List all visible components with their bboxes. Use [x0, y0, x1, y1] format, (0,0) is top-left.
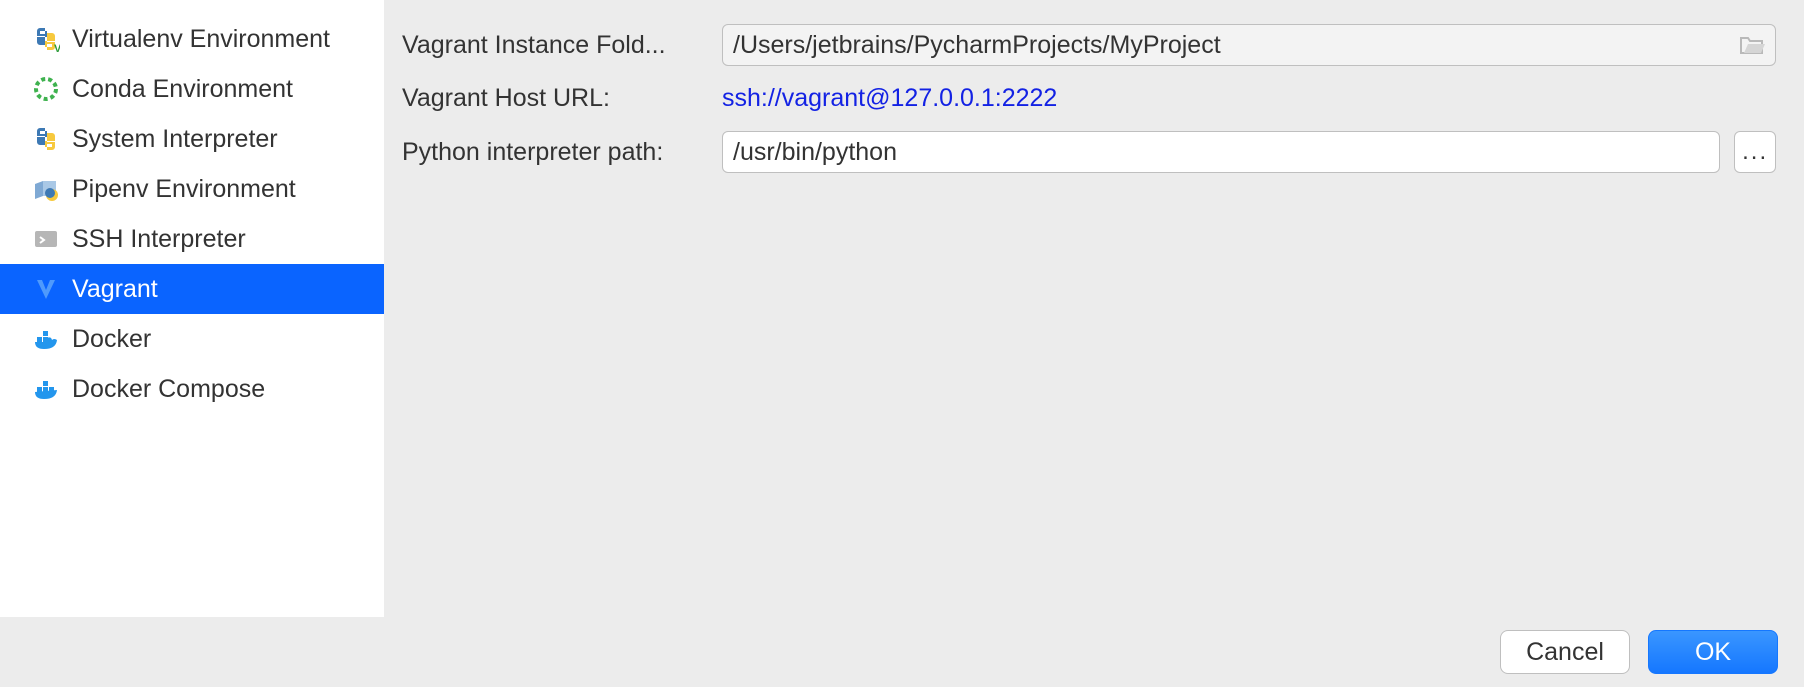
- sidebar-item-docker-compose[interactable]: Docker Compose: [0, 364, 384, 414]
- sidebar-item-label: System Interpreter: [72, 125, 278, 154]
- python-path-label: Python interpreter path:: [402, 138, 722, 167]
- ssh-icon: [32, 225, 60, 253]
- vagrant-folder-field[interactable]: /Users/jetbrains/PycharmProjects/MyProje…: [722, 24, 1776, 66]
- dialog-footer: Cancel OK: [0, 617, 1804, 687]
- sidebar-item-label: Docker: [72, 325, 151, 354]
- ok-button[interactable]: OK: [1648, 630, 1778, 674]
- pipenv-icon: [32, 175, 60, 203]
- vagrant-settings-panel: Vagrant Instance Fold... /Users/jetbrain…: [384, 0, 1804, 617]
- vagrant-folder-label: Vagrant Instance Fold...: [402, 31, 722, 60]
- vagrant-host-url: ssh://vagrant@127.0.0.1:2222: [722, 84, 1057, 112]
- vagrant-folder-value: /Users/jetbrains/PycharmProjects/MyProje…: [733, 31, 1221, 60]
- docker-compose-icon: [32, 375, 60, 403]
- conda-icon: [32, 75, 60, 103]
- sidebar-item-ssh[interactable]: SSH Interpreter: [0, 214, 384, 264]
- sidebar-item-label: Vagrant: [72, 275, 158, 304]
- python-icon: [32, 125, 60, 153]
- folder-open-icon[interactable]: [1739, 34, 1765, 56]
- sidebar-item-pipenv[interactable]: Pipenv Environment: [0, 164, 384, 214]
- browse-path-button[interactable]: ...: [1734, 131, 1776, 173]
- vagrant-url-label: Vagrant Host URL:: [402, 84, 722, 113]
- sidebar-item-label: Conda Environment: [72, 75, 293, 104]
- svg-text:V: V: [54, 43, 60, 53]
- python-interpreter-path-input[interactable]: [722, 131, 1720, 173]
- cancel-button[interactable]: Cancel: [1500, 630, 1630, 674]
- sidebar-item-system[interactable]: System Interpreter: [0, 114, 384, 164]
- interpreter-type-sidebar: V Virtualenv Environment Conda Environme…: [0, 0, 384, 617]
- sidebar-item-conda[interactable]: Conda Environment: [0, 64, 384, 114]
- vagrant-icon: [32, 275, 60, 303]
- python-v-icon: V: [32, 25, 60, 53]
- sidebar-item-label: Virtualenv Environment: [72, 25, 330, 54]
- sidebar-item-virtualenv[interactable]: V Virtualenv Environment: [0, 14, 384, 64]
- sidebar-item-label: Pipenv Environment: [72, 175, 296, 204]
- sidebar-item-label: Docker Compose: [72, 375, 265, 404]
- sidebar-item-docker[interactable]: Docker: [0, 314, 384, 364]
- sidebar-item-vagrant[interactable]: Vagrant: [0, 264, 384, 314]
- sidebar-item-label: SSH Interpreter: [72, 225, 246, 254]
- docker-icon: [32, 325, 60, 353]
